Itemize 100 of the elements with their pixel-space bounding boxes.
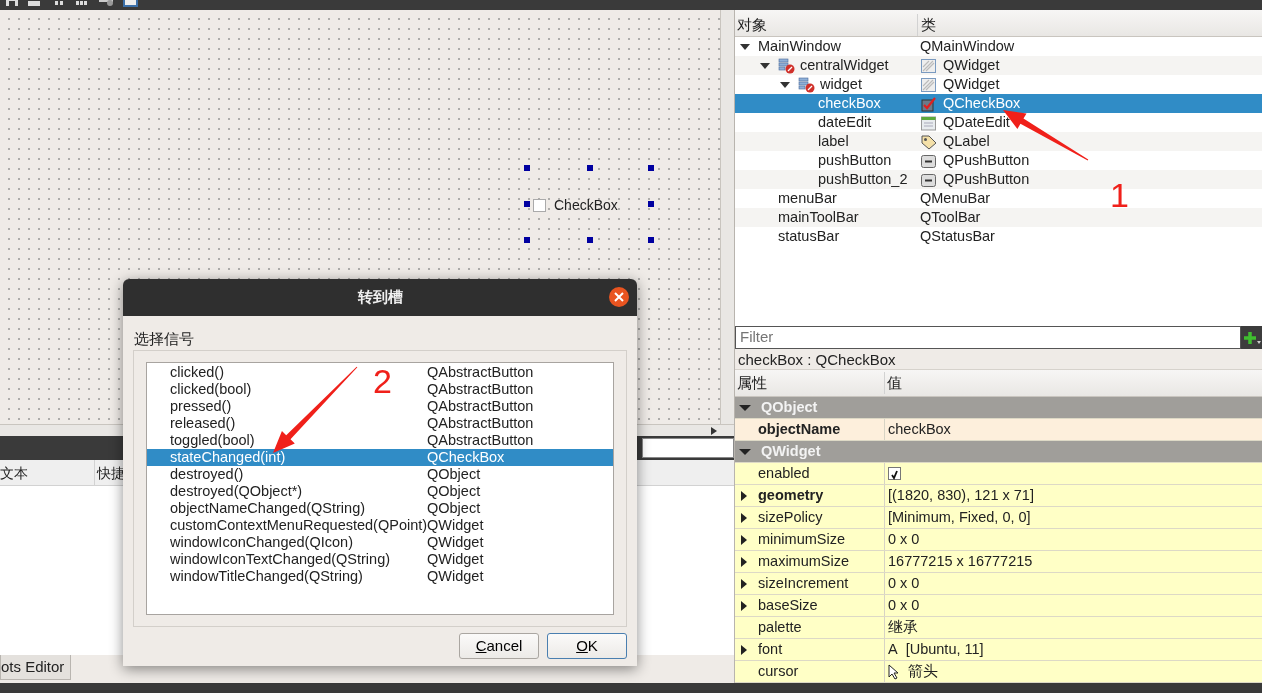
property-name: sizePolicy bbox=[758, 508, 823, 527]
property-row[interactable]: palette 继承 bbox=[735, 617, 1262, 639]
expand-arrow-icon[interactable] bbox=[739, 446, 751, 457]
property-value: checkBox bbox=[888, 420, 951, 439]
group-label: QWidget bbox=[761, 442, 821, 461]
signal-name[interactable]: windowIconChanged(QIcon) bbox=[170, 534, 353, 550]
expand-arrow-icon[interactable] bbox=[741, 490, 747, 501]
expand-arrow-icon[interactable] bbox=[739, 402, 751, 413]
class-name: QWidget bbox=[943, 75, 1000, 94]
group-label: QObject bbox=[761, 398, 818, 417]
property-value: [Minimum, Fixed, 0, 0] bbox=[888, 508, 1031, 527]
signal-name[interactable]: customContextMenuRequested(QPoint) bbox=[170, 517, 428, 533]
property-value: 0 x 0 bbox=[888, 574, 920, 593]
signal-name[interactable]: released() bbox=[170, 415, 236, 431]
signal-name[interactable]: destroyed() bbox=[170, 466, 244, 482]
expand-arrow-icon[interactable] bbox=[741, 556, 747, 567]
resize-handle[interactable] bbox=[648, 165, 654, 171]
add-button[interactable] bbox=[1241, 326, 1262, 349]
resize-handle[interactable] bbox=[524, 237, 530, 243]
button-icon bbox=[920, 152, 938, 169]
property-row[interactable]: font A [Ubuntu, 11] bbox=[735, 639, 1262, 661]
signal-class: QAbstractButton bbox=[427, 364, 534, 381]
object-name[interactable]: dateEdit bbox=[818, 113, 872, 132]
resize-handle[interactable] bbox=[587, 165, 593, 171]
class-name: QMenuBar bbox=[920, 189, 991, 208]
signal-row[interactable]: stateChanged(int) QCheckBox bbox=[147, 449, 613, 466]
expand-arrow-icon[interactable] bbox=[741, 644, 747, 655]
expand-arrow-icon[interactable] bbox=[780, 79, 790, 90]
expand-arrow-icon[interactable] bbox=[760, 60, 770, 71]
class-name: QLabel bbox=[943, 132, 990, 151]
signal-name[interactable]: windowIconTextChanged(QString) bbox=[170, 551, 391, 567]
property-value: 0 x 0 bbox=[888, 596, 920, 615]
property-row[interactable]: objectName checkBox bbox=[735, 419, 1262, 441]
property-name: minimumSize bbox=[758, 530, 845, 549]
property-name: objectName bbox=[758, 420, 841, 439]
signal-name[interactable]: toggled(bool) bbox=[170, 432, 255, 448]
cancel-button[interactable]: Cancel bbox=[459, 633, 539, 659]
object-name: mainToolBar bbox=[778, 208, 859, 227]
close-button[interactable] bbox=[609, 287, 629, 307]
tab[interactable]: ots Editor bbox=[0, 655, 72, 680]
checkbox[interactable] bbox=[533, 199, 546, 212]
resize-handle[interactable] bbox=[524, 201, 530, 207]
object-name[interactable]: menuBar bbox=[778, 189, 837, 208]
resize-handle[interactable] bbox=[648, 201, 654, 207]
resize-handle[interactable] bbox=[648, 237, 654, 243]
property-row[interactable]: enabled bbox=[735, 463, 1262, 485]
ok-button[interactable]: OK bbox=[547, 633, 627, 659]
class-name: QCheckBox bbox=[943, 94, 1021, 113]
signal-name[interactable]: clicked(bool) bbox=[170, 381, 252, 397]
signal-name[interactable]: objectNameChanged(QString) bbox=[170, 500, 366, 516]
signal-class: QObject bbox=[427, 500, 481, 517]
expand-arrow-icon[interactable] bbox=[740, 41, 750, 52]
property-row[interactable]: sizeIncrement 0 x 0 bbox=[735, 573, 1262, 595]
expand-arrow-icon[interactable] bbox=[741, 534, 747, 545]
column-header: 值 bbox=[886, 372, 902, 393]
signal-name[interactable]: windowTitleChanged(QString) bbox=[170, 568, 363, 584]
cursor-icon bbox=[888, 663, 900, 680]
class-name: QPushButton bbox=[943, 151, 1030, 170]
tree-item[interactable]: label QLabel bbox=[735, 132, 1262, 151]
property-value: 箭头 bbox=[908, 662, 938, 681]
object-name[interactable]: statusBar bbox=[778, 227, 840, 246]
property-name: geometry bbox=[758, 486, 824, 505]
property-name: sizeIncrement bbox=[758, 574, 849, 593]
checkbox[interactable] bbox=[888, 467, 901, 480]
class-name: QPushButton bbox=[943, 170, 1030, 189]
property-row[interactable]: geometry [(1820, 830), 121 x 71] bbox=[735, 485, 1262, 507]
expand-arrow-icon[interactable] bbox=[741, 578, 747, 589]
dialog-title: 转到槽 bbox=[357, 287, 403, 308]
property-row[interactable]: baseSize 0 x 0 bbox=[735, 595, 1262, 617]
input-field[interactable] bbox=[642, 438, 734, 458]
property-row[interactable]: minimumSize 0 x 0 bbox=[735, 529, 1262, 551]
property-row[interactable]: cursor 箭头 bbox=[735, 661, 1262, 683]
column-header: 文本 bbox=[0, 460, 95, 485]
property-value: 16777215 x 16777215 bbox=[888, 552, 1033, 571]
object-name[interactable]: widget bbox=[820, 75, 862, 94]
object-name[interactable]: pushButton bbox=[818, 151, 892, 170]
scrollbar[interactable] bbox=[720, 10, 734, 424]
column-header: 快捷 bbox=[95, 464, 125, 483]
filter-field[interactable]: Filter bbox=[735, 326, 1241, 349]
widget-icon bbox=[920, 57, 938, 74]
property-row[interactable]: maximumSize 16777215 x 16777215 bbox=[735, 551, 1262, 573]
scroll-right-icon[interactable] bbox=[710, 425, 718, 436]
property-row[interactable]: sizePolicy [Minimum, Fixed, 0, 0] bbox=[735, 507, 1262, 529]
signal-name[interactable]: pressed() bbox=[170, 398, 232, 414]
signal-name[interactable]: destroyed(QObject*) bbox=[170, 483, 303, 499]
close-icon bbox=[614, 292, 624, 302]
expand-arrow-icon[interactable] bbox=[741, 600, 747, 611]
signal-class: QAbstractButton bbox=[427, 432, 534, 449]
resize-handle[interactable] bbox=[524, 165, 530, 171]
tree-item[interactable]: mainToolBar QToolBar bbox=[735, 208, 1262, 227]
layout-icon bbox=[778, 57, 796, 74]
object-name[interactable]: MainWindow bbox=[758, 37, 841, 56]
tree-item[interactable]: checkBox QCheckBox bbox=[735, 94, 1262, 113]
expand-arrow-icon[interactable] bbox=[741, 512, 747, 523]
signal-name[interactable]: clicked() bbox=[170, 364, 224, 380]
tree-item[interactable]: centralWidget QWidget bbox=[735, 56, 1262, 75]
resize-handle[interactable] bbox=[587, 237, 593, 243]
signal-list[interactable] bbox=[146, 362, 614, 615]
property-value: 继承 bbox=[888, 618, 918, 637]
calendar-icon bbox=[920, 114, 938, 131]
